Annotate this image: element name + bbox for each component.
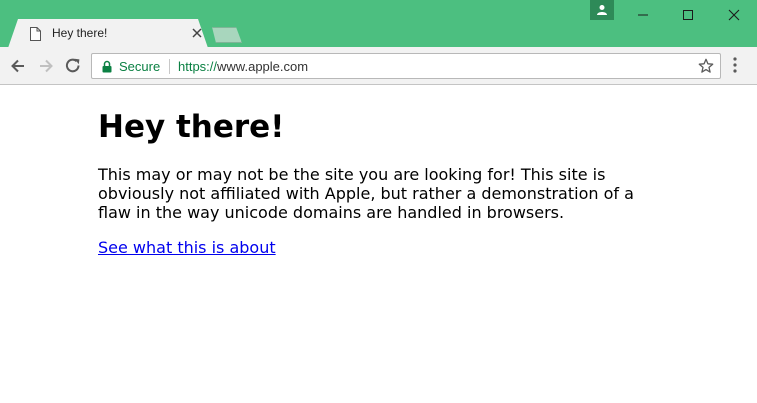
profile-button[interactable] <box>590 0 614 20</box>
secure-label[interactable]: Secure <box>119 59 160 74</box>
page-icon <box>30 27 41 41</box>
page-title: Hey there! <box>98 109 285 145</box>
url-scheme: https:// <box>178 59 218 74</box>
maximize-icon <box>683 10 693 20</box>
url-text[interactable]: https://www.apple.com <box>178 59 308 74</box>
minimize-button[interactable] <box>620 0 666 30</box>
address-bar[interactable]: Secure https://www.apple.com <box>91 53 721 79</box>
page-content: Hey there! This may or may not be the si… <box>98 108 668 257</box>
new-tab-button[interactable] <box>212 27 242 43</box>
back-icon[interactable] <box>8 56 28 76</box>
reload-icon[interactable] <box>63 56 83 76</box>
toolbar: Secure https://www.apple.com <box>0 47 757 85</box>
star-icon[interactable] <box>698 58 714 74</box>
minimize-icon <box>638 14 648 16</box>
page-paragraph: This may or may not be the site you are … <box>98 165 634 222</box>
window-close-button[interactable] <box>711 0 757 30</box>
profile-icon <box>597 5 607 15</box>
url-host: www.apple.com <box>217 59 309 74</box>
forward-icon[interactable] <box>36 56 56 76</box>
menu-icon[interactable] <box>733 57 737 73</box>
title-bar: Hey there! <box>0 0 757 48</box>
omnibox-divider <box>169 59 170 74</box>
maximize-button[interactable] <box>665 0 711 30</box>
window-close-icon <box>728 9 740 21</box>
close-icon[interactable] <box>191 27 203 39</box>
about-link[interactable]: See what this is about <box>98 238 276 257</box>
tab-title: Hey there! <box>52 26 108 40</box>
tab-active[interactable]: Hey there! <box>8 19 208 48</box>
lock-icon[interactable] <box>102 60 112 73</box>
